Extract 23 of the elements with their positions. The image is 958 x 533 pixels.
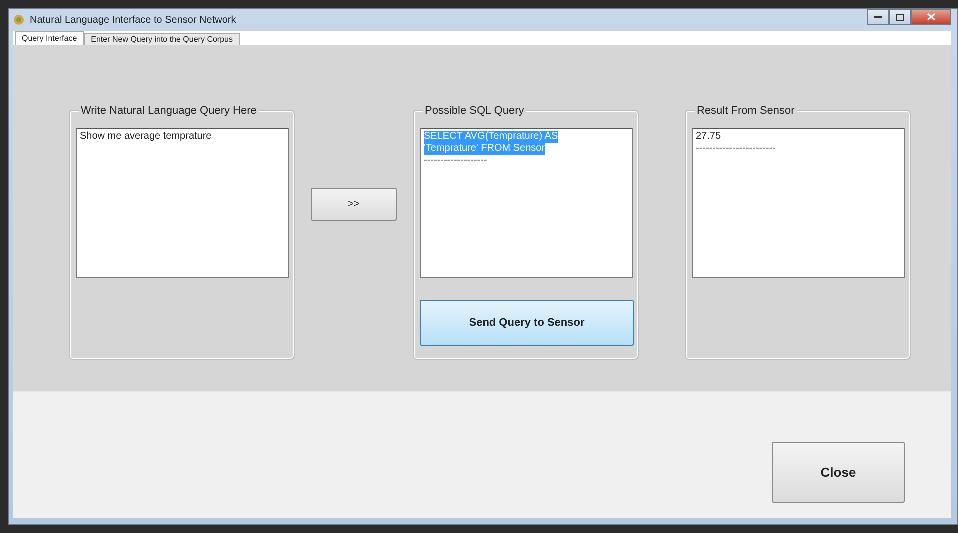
text-area[interactable]: Show me average temprature xyxy=(76,128,289,278)
window-title: Natural Language Interface to Sensor Network xyxy=(30,14,236,26)
minimize-button[interactable] xyxy=(867,9,889,25)
close-icon xyxy=(926,13,936,21)
group-title: Result From Sensor xyxy=(695,105,797,117)
app-icon xyxy=(13,14,25,26)
convert-button[interactable]: >> xyxy=(311,188,397,221)
text-line: ------------------- xyxy=(424,155,488,167)
close-button[interactable]: Close xyxy=(772,442,905,503)
maximize-button[interactable] xyxy=(889,9,911,25)
text-line: ------------------------ xyxy=(696,143,776,155)
tab[interactable]: Enter New Query into the Query Corpus xyxy=(84,33,240,45)
minimize-icon xyxy=(874,16,882,18)
text-line: Show me average temprature xyxy=(80,131,212,143)
close-window-button[interactable] xyxy=(911,9,951,25)
maximize-icon xyxy=(896,14,904,20)
send-query-button[interactable]: Send Query to Sensor xyxy=(420,300,634,346)
text-line: 27.75 xyxy=(696,131,722,143)
text-area[interactable]: SELECT AVG(Temprature) AS 'Temprature' FROM Sensor ------------------- xyxy=(420,128,633,278)
text-area[interactable]: 27.75 ------------------------ xyxy=(692,128,905,278)
group-title: Possible SQL Query xyxy=(423,105,526,117)
group-title: Write Natural Language Query Here xyxy=(79,105,259,117)
tab[interactable]: Query Interface xyxy=(15,31,84,45)
